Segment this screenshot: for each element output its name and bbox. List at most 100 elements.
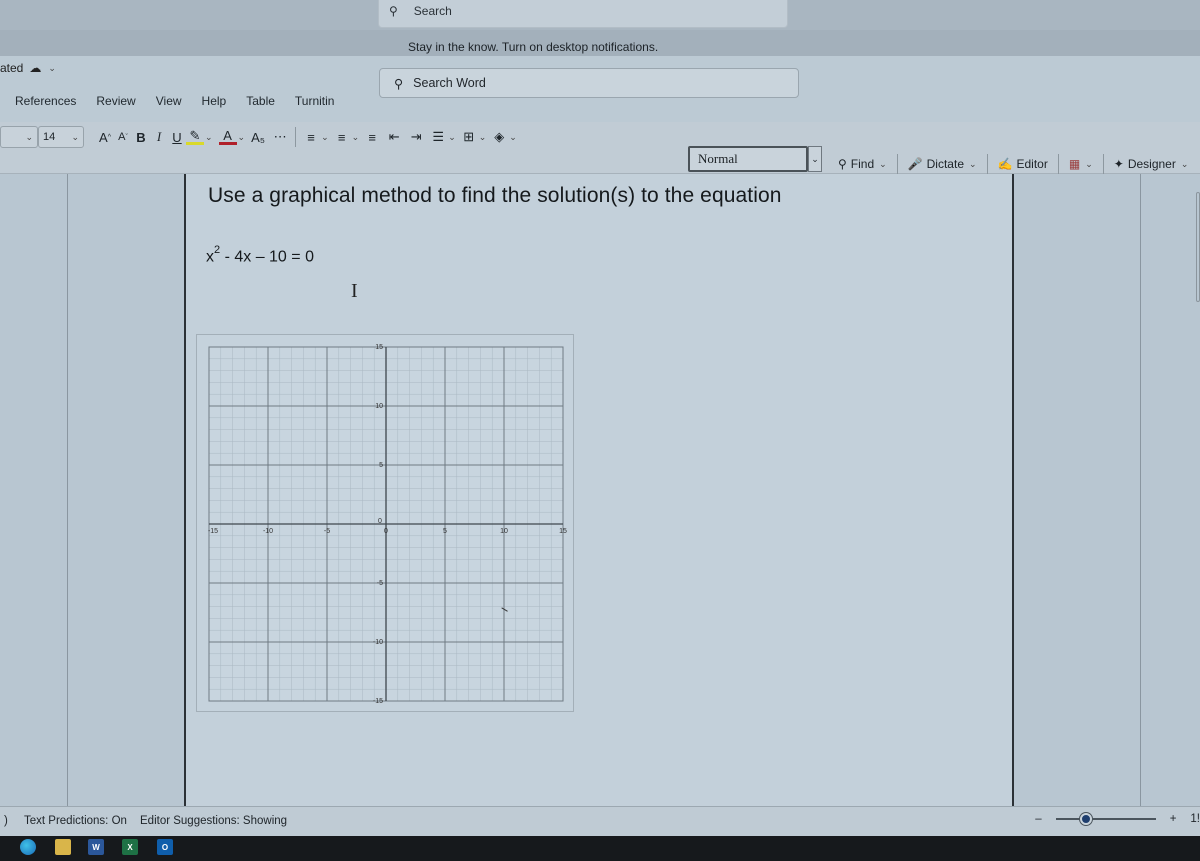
excel-icon[interactable]: X <box>122 839 138 855</box>
numbering-icon[interactable]: ≡ <box>333 127 351 147</box>
chevron-down-icon[interactable]: ⌄ <box>321 132 329 143</box>
search-icon: ⚲ <box>394 76 404 91</box>
pane-resize-handle[interactable] <box>1196 192 1200 302</box>
chevron-down-icon[interactable]: ⌄ <box>1085 159 1093 170</box>
browser-search-box[interactable]: ⚲ Search <box>378 0 788 28</box>
x-tick-label: 0 <box>384 528 388 535</box>
divider <box>1057 154 1059 174</box>
align-icon[interactable]: ☰ <box>429 127 447 147</box>
zoom-slider[interactable] <box>1055 813 1156 825</box>
chevron-down-icon[interactable]: ⌄ <box>448 132 456 143</box>
divider <box>295 127 297 147</box>
zoom-out-button[interactable]: – <box>1035 813 1041 825</box>
chevron-down-icon[interactable]: ⌄ <box>969 159 977 170</box>
x-tick-label: 15 <box>559 528 567 535</box>
tab-turnitin[interactable]: Turnitin <box>285 94 345 108</box>
tab-view[interactable]: View <box>146 94 192 108</box>
borders-icon[interactable]: ⊞ <box>460 127 478 147</box>
browser-search-label: Search <box>413 4 452 18</box>
edge-icon[interactable] <box>20 839 36 855</box>
outlook-icon[interactable]: O <box>157 839 173 855</box>
zoom-percent[interactable]: 1! <box>1190 813 1200 825</box>
graph-grid: -15 -10 -5 0 5 10 15 15 10 5 0 -5 -10 -15 <box>208 344 567 705</box>
grow-font-icon[interactable]: A ^ <box>96 127 114 147</box>
decrease-indent-icon[interactable]: ⇤ <box>385 127 403 147</box>
word-icon[interactable]: W <box>88 839 104 855</box>
text-predictions-status[interactable]: Text Predictions: On <box>24 815 127 827</box>
font-color-icon[interactable]: A <box>218 128 237 145</box>
right-pane-border <box>1140 174 1141 806</box>
chevron-down-icon[interactable]: ⌄ <box>352 132 360 143</box>
style-dropdown-arrow[interactable]: ⌄ <box>808 146 822 172</box>
tab-help[interactable]: Help <box>192 94 237 108</box>
underline-icon[interactable]: U <box>168 127 186 147</box>
status-fragment: ) <box>4 815 8 827</box>
equation-rest: - 4x – 10 = 0 <box>220 248 314 266</box>
status-bar: ) Text Predictions: On Editor Suggestion… <box>0 806 1200 836</box>
highlight-icon[interactable]: ✎ <box>186 128 204 145</box>
y-tick-label: 10 <box>375 403 383 410</box>
clear-formatting-icon[interactable]: A₅ <box>249 127 267 147</box>
search-icon: ⚲ <box>389 4 398 18</box>
tab-references[interactable]: References <box>0 94 86 108</box>
increase-indent-icon[interactable]: ⇥ <box>407 127 425 147</box>
x-tick-label: -15 <box>208 528 218 535</box>
y-tick-label: 0 <box>378 518 382 525</box>
file-explorer-icon[interactable] <box>55 839 71 855</box>
microphone-icon: 🎤 <box>907 157 923 171</box>
browser-top-bar: ⚲ Search <box>0 0 1200 30</box>
dictate-button[interactable]: Dictate <box>927 157 964 171</box>
home-ribbon: ⌄ 14 ⌄ A ^ Aˇ B I U ✎ ⌄ A ⌄ A₅ ⋯ ≡ ⌄ ≡ ⌄ … <box>0 122 1200 174</box>
designer-wand-icon: ✦ <box>1113 157 1124 171</box>
zoom-control: – + 1! <box>1035 813 1200 825</box>
checklist-icon[interactable]: ≡ <box>363 127 381 147</box>
x-tick-label: -10 <box>263 528 273 535</box>
editor-button[interactable]: Editor <box>1017 157 1048 171</box>
chevron-down-icon[interactable]: ⌄ <box>479 132 487 143</box>
word-header: ated ☁ ⌄ ⚲ Search Word References Review… <box>0 56 1200 146</box>
y-tick-label: -10 <box>373 639 383 646</box>
add-ins-icon[interactable]: ▦ <box>1069 157 1080 171</box>
x-tick-label: -5 <box>324 528 330 535</box>
equation-exponent: 2 <box>214 244 221 256</box>
chevron-down-icon[interactable]: ⌄ <box>509 132 517 143</box>
bullets-icon[interactable]: ≡ <box>302 127 320 147</box>
shading-icon[interactable]: ◈ <box>490 127 508 147</box>
question-text: Use a graphical method to find the solut… <box>208 184 782 207</box>
document-page[interactable]: Use a graphical method to find the solut… <box>184 174 1014 806</box>
divider <box>1102 154 1104 174</box>
taskbar: W X O <box>0 836 1200 861</box>
zoom-slider-thumb[interactable] <box>1079 813 1092 825</box>
zoom-in-button[interactable]: + <box>1170 813 1177 825</box>
find-button[interactable]: Find <box>851 157 874 171</box>
italic-icon[interactable]: I <box>150 127 168 147</box>
chevron-down-icon[interactable]: ⌄ <box>205 132 213 143</box>
search-word-input[interactable]: ⚲ Search Word <box>379 68 799 98</box>
designer-button[interactable]: Designer <box>1128 157 1176 171</box>
chevron-down-icon: ⌄ <box>25 131 33 142</box>
x-tick-label: 10 <box>500 528 508 535</box>
shrink-font-icon[interactable]: Aˇ <box>114 127 132 147</box>
chevron-down-icon: ⌄ <box>48 62 56 73</box>
tab-review[interactable]: Review <box>86 94 145 108</box>
style-value: Normal <box>698 151 738 166</box>
chevron-down-icon[interactable]: ⌄ <box>879 159 887 170</box>
more-options-icon[interactable]: ⋯ <box>271 127 289 147</box>
font-size-dropdown[interactable]: 14 ⌄ <box>38 126 84 148</box>
style-dropdown[interactable]: Normal <box>688 146 808 172</box>
tab-table[interactable]: Table <box>236 94 285 108</box>
notification-text[interactable]: Stay in the know. Turn on desktop notifi… <box>408 40 658 54</box>
text-cursor-icon: I <box>351 280 358 302</box>
divider <box>986 154 988 174</box>
bold-icon[interactable]: B <box>132 127 150 147</box>
chevron-down-icon[interactable]: ⌄ <box>1181 159 1189 170</box>
graph-paper-image[interactable]: -15 -10 -5 0 5 10 15 15 10 5 0 -5 -10 -15 <box>196 334 574 712</box>
nav-pane-border <box>67 174 68 806</box>
equation-text: x2 - 4x – 10 = 0 <box>206 244 314 266</box>
document-save-status[interactable]: ated ☁ ⌄ <box>0 61 56 75</box>
chevron-down-icon[interactable]: ⌄ <box>238 132 246 143</box>
editor-suggestions-status[interactable]: Editor Suggestions: Showing <box>140 815 287 827</box>
y-tick-label: -15 <box>373 698 383 705</box>
font-name-dropdown[interactable]: ⌄ <box>0 126 38 148</box>
chevron-down-icon: ⌄ <box>71 131 79 142</box>
